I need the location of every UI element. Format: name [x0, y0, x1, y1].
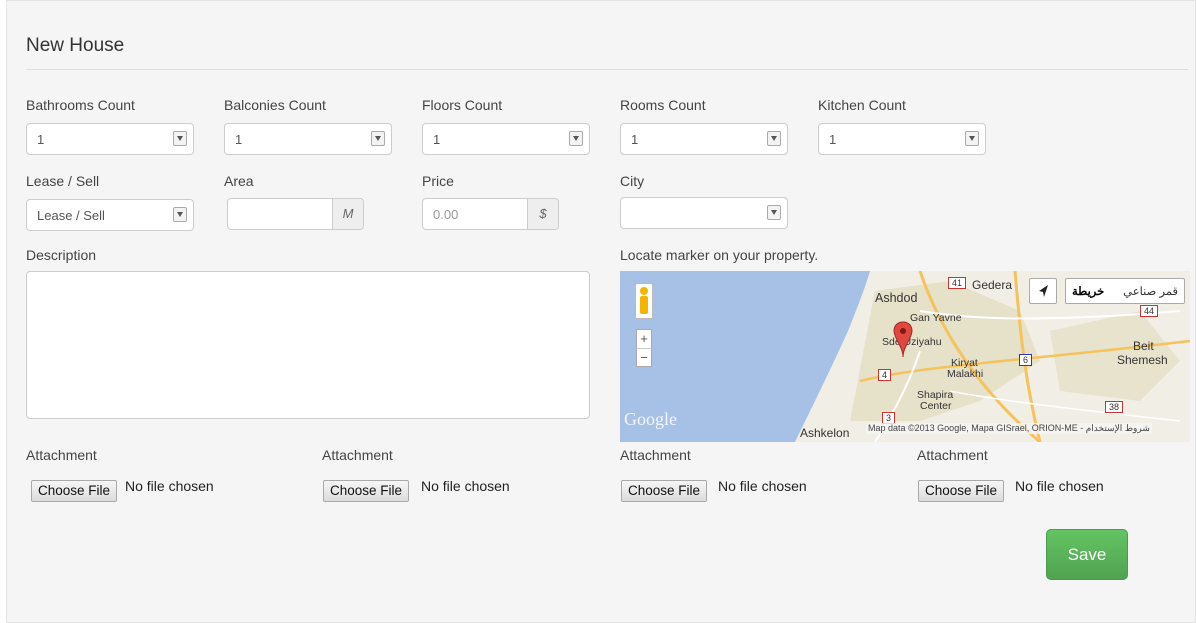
- chevron-down-icon: [173, 207, 187, 222]
- kitchen-value: 1: [829, 132, 837, 147]
- floors-select[interactable]: 1: [422, 123, 590, 155]
- bathrooms-select[interactable]: 1: [26, 123, 194, 155]
- area-unit-addon: M: [332, 199, 363, 229]
- price-currency-addon: $: [527, 199, 558, 229]
- chevron-down-icon: [767, 205, 781, 220]
- map-marker-icon[interactable]: [893, 321, 913, 359]
- city-label: City: [620, 173, 645, 189]
- file-status-2: No file chosen: [421, 478, 510, 494]
- zoom-in-button[interactable]: +: [637, 330, 651, 349]
- map-place: Malakhi: [947, 368, 984, 380]
- file-status-1: No file chosen: [125, 478, 214, 494]
- map-place: Center: [920, 400, 952, 412]
- choose-file-button-4[interactable]: Choose File: [918, 480, 1005, 502]
- locate-me-button[interactable]: [1029, 278, 1057, 304]
- map-place: Shemesh: [1117, 353, 1168, 367]
- chevron-down-icon: [965, 131, 979, 146]
- choose-file-button-3[interactable]: Choose File: [621, 480, 708, 502]
- balconies-value: 1: [235, 132, 243, 147]
- kitchen-select[interactable]: 1: [818, 123, 986, 155]
- chevron-down-icon: [767, 131, 781, 146]
- pegman-icon[interactable]: [635, 283, 653, 319]
- zoom-out-button[interactable]: −: [637, 349, 651, 367]
- price-input-group: 0.00 $: [422, 198, 559, 230]
- floors-value: 1: [433, 132, 441, 147]
- road-shield: 6: [1019, 354, 1033, 366]
- map-zoom-control: + −: [636, 329, 652, 367]
- map-place: Gan Yavne: [910, 312, 962, 324]
- attachment-label-1: Attachment: [26, 447, 97, 463]
- chevron-down-icon: [371, 131, 385, 146]
- attachment-label-3: Attachment: [620, 447, 691, 463]
- bathrooms-value: 1: [37, 132, 45, 147]
- area-label: Area: [224, 173, 254, 189]
- map-attribution: Map data ©2013 Google, Mapa GISrael, ORI…: [866, 423, 1152, 434]
- rooms-value: 1: [631, 132, 639, 147]
- attachment-label-4: Attachment: [917, 447, 988, 463]
- map-place: Beit: [1133, 339, 1154, 353]
- map-type-control: قمر صناعي خريطة: [1065, 278, 1185, 304]
- file-status-4: No file chosen: [1015, 478, 1104, 494]
- chevron-down-icon: [569, 131, 583, 146]
- navigation-arrow-icon: [1039, 285, 1048, 297]
- description-textarea[interactable]: [26, 271, 590, 419]
- city-select[interactable]: [620, 197, 788, 229]
- description-label: Description: [26, 247, 97, 263]
- lease-label: Lease / Sell: [26, 173, 100, 189]
- title-divider: [26, 69, 1188, 70]
- lease-value: Lease / Sell: [37, 208, 105, 223]
- choose-file-button-1[interactable]: Choose File: [31, 480, 118, 502]
- road-shield: 38: [1105, 401, 1124, 413]
- choose-file-button-2[interactable]: Choose File: [323, 480, 410, 502]
- kitchen-label: Kitchen Count: [818, 97, 906, 113]
- road-shield: 41: [948, 277, 967, 289]
- form-title: New House: [26, 35, 125, 56]
- google-logo: Google: [624, 409, 677, 429]
- balconies-select[interactable]: 1: [224, 123, 392, 155]
- save-button[interactable]: Save: [1046, 529, 1128, 580]
- new-house-form: New House Bathrooms Count 1 Balconies Co…: [6, 0, 1196, 623]
- lease-select[interactable]: Lease / Sell: [26, 199, 194, 231]
- road-shield: 4: [878, 369, 892, 381]
- map-place: Ashdod: [875, 291, 918, 305]
- rooms-label: Rooms Count: [620, 97, 706, 113]
- rooms-select[interactable]: 1: [620, 123, 788, 155]
- area-input-group: M: [227, 198, 364, 230]
- map-place: Gedera: [972, 278, 1013, 292]
- area-input[interactable]: [228, 199, 333, 229]
- chevron-down-icon: [173, 131, 187, 146]
- balconies-label: Balconies Count: [224, 97, 326, 113]
- map-label: Locate marker on your property.: [620, 247, 819, 263]
- map-place: Ashkelon: [800, 426, 850, 440]
- location-map[interactable]: + − قمر صناعي خريطة Gedera Ashdod Gan Ya…: [620, 271, 1190, 442]
- attachment-label-2: Attachment: [322, 447, 393, 463]
- floors-label: Floors Count: [422, 97, 503, 113]
- file-status-3: No file chosen: [718, 478, 807, 494]
- price-label: Price: [422, 173, 454, 189]
- map-type-map[interactable]: خريطة: [1072, 284, 1104, 298]
- price-input[interactable]: 0.00: [423, 199, 528, 229]
- road-shield: 44: [1140, 305, 1159, 317]
- bathrooms-label: Bathrooms Count: [26, 97, 135, 113]
- map-type-satellite[interactable]: قمر صناعي: [1123, 284, 1178, 298]
